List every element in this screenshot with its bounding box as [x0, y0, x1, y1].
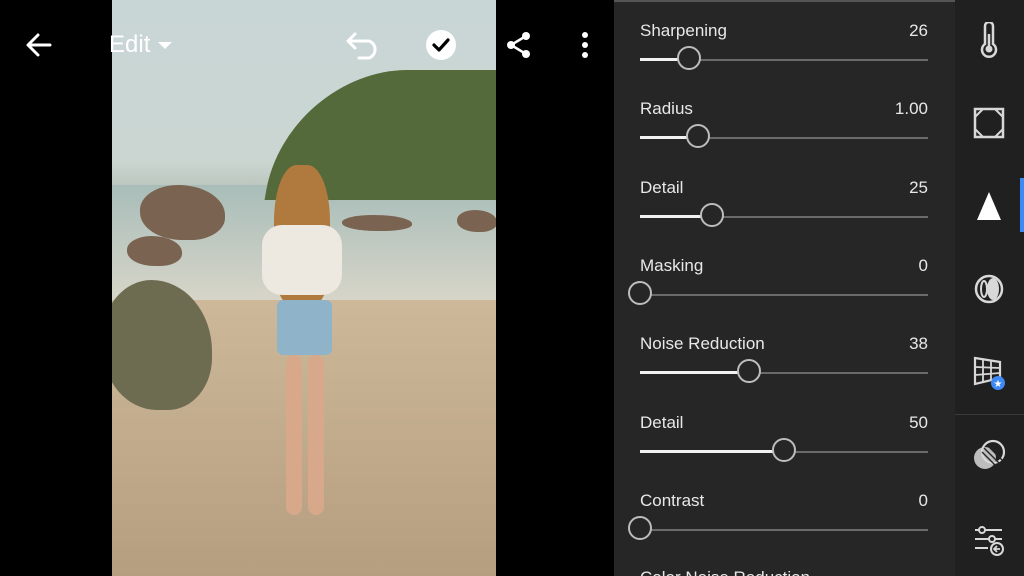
lens-icon [974, 274, 1004, 304]
slider-row-masking[interactable]: Masking 0 [628, 256, 928, 316]
effects-icon [974, 439, 1006, 469]
undo-button[interactable] [344, 26, 384, 64]
slider-row-noise-detail[interactable]: Detail 50 [640, 413, 928, 473]
slider-knob[interactable] [628, 281, 652, 305]
back-button[interactable] [22, 26, 56, 64]
slider-value: 0 [918, 256, 928, 275]
detail-panel: Sharpening 26 Radius 1.00 Detail 25 Mask… [614, 0, 955, 576]
slider-track[interactable] [628, 516, 928, 540]
crop-tool-button[interactable] [969, 103, 1009, 143]
slider-label: Noise Reduction [640, 334, 765, 353]
slider-value: 1.00 [894, 99, 928, 118]
share-icon [507, 32, 530, 58]
more-vertical-icon [582, 32, 588, 58]
slider-knob[interactable] [772, 438, 796, 462]
slider-label: Sharpening [640, 21, 727, 40]
share-button[interactable] [503, 26, 535, 64]
slider-label: Radius [640, 99, 693, 118]
photo-person [262, 165, 342, 545]
slider-row-noise-reduction[interactable]: Noise Reduction 38 [640, 334, 928, 394]
done-button[interactable] [425, 26, 457, 64]
vignette-frame-icon [973, 107, 1005, 139]
slider-label: Detail [640, 413, 684, 432]
slider-track[interactable] [640, 203, 928, 227]
geometry-tool-button[interactable]: ★ [969, 352, 1009, 392]
photo-rock [342, 215, 412, 231]
slider-row-contrast[interactable]: Contrast 0 [628, 491, 928, 551]
slider-label-color-noise-reduction: Color Noise Reduction [640, 568, 810, 576]
detail-triangle-icon [977, 192, 1001, 220]
slider-value: 26 [909, 21, 928, 40]
detail-tool-button[interactable] [969, 186, 1009, 226]
slider-knob[interactable] [700, 203, 724, 227]
geometry-grid-icon: ★ [973, 356, 1005, 390]
tool-rail: ★ [955, 0, 1024, 576]
svg-text:★: ★ [994, 379, 1003, 390]
slider-row-sharpening[interactable]: Sharpening 26 [640, 21, 928, 81]
slider-label: Contrast [640, 491, 705, 510]
photo-preview[interactable] [112, 0, 496, 576]
slider-track[interactable] [628, 281, 928, 305]
slider-knob[interactable] [737, 359, 761, 383]
slider-row-radius[interactable]: Radius 1.00 [640, 99, 928, 159]
more-button[interactable] [574, 26, 596, 64]
sliders-settings-icon [975, 526, 1004, 556]
slider-track[interactable] [640, 359, 928, 383]
photo-rock [127, 236, 182, 266]
slider-label: Masking [640, 256, 704, 275]
light-tool-button[interactable] [969, 20, 1009, 60]
slider-knob[interactable] [686, 124, 710, 148]
arrow-left-icon [26, 33, 52, 57]
slider-track[interactable] [640, 438, 928, 462]
undo-icon [346, 32, 377, 60]
edit-label: Edit [109, 31, 151, 58]
slider-value: 50 [909, 413, 928, 432]
edit-dropdown[interactable]: Edit [109, 31, 173, 59]
presets-tool-button[interactable] [969, 520, 1009, 560]
image-area: Edit [0, 0, 614, 576]
photo-rock [457, 210, 496, 232]
slider-knob[interactable] [677, 46, 701, 70]
chevron-down-icon [158, 41, 173, 49]
thermometer-icon [980, 22, 998, 58]
slider-track[interactable] [640, 46, 928, 70]
slider-value: 0 [918, 491, 928, 510]
slider-row-detail[interactable]: Detail 25 [640, 178, 928, 238]
active-indicator [1020, 178, 1024, 232]
optics-tool-button[interactable] [969, 269, 1009, 309]
checkmark-circle-icon [426, 30, 456, 60]
slider-value: 25 [909, 178, 928, 197]
slider-knob[interactable] [628, 516, 652, 540]
slider-value: 38 [909, 334, 928, 353]
slider-track[interactable] [640, 124, 928, 148]
slider-label: Detail [640, 178, 684, 197]
effects-tool-button[interactable] [969, 436, 1009, 476]
